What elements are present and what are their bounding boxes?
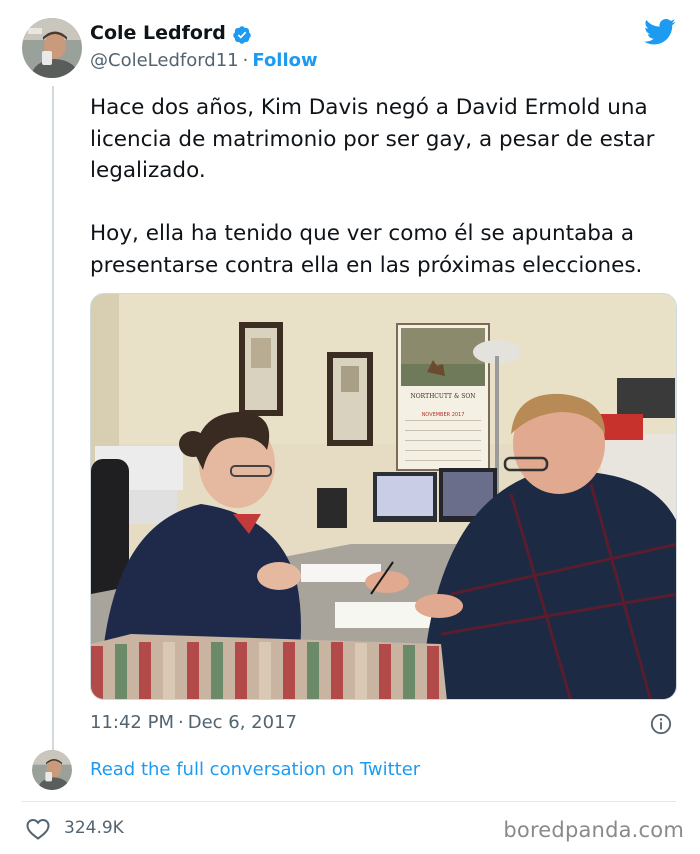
author-handle[interactable]: @ColeLedford11	[90, 50, 239, 71]
verified-badge-icon	[233, 26, 251, 44]
twitter-bird-icon[interactable]	[644, 18, 676, 46]
author-name[interactable]: Cole Ledford	[90, 22, 226, 44]
author-avatar[interactable]	[22, 18, 82, 78]
divider	[22, 801, 676, 802]
tweet-date: Dec 6, 2017	[187, 712, 297, 733]
tweet-photo[interactable]: NORTHCUTT & SON NOVEMBER 2017	[90, 293, 677, 700]
read-conversation-link[interactable]: Read the full conversation on Twitter	[90, 759, 420, 780]
tweet-text: Hace dos años, Kim Davis negó a David Er…	[90, 95, 655, 278]
separator-dot: ·	[177, 712, 184, 733]
thread-line	[52, 86, 54, 754]
heart-icon[interactable]	[26, 818, 50, 840]
source-watermark: boredpanda.com	[503, 818, 684, 842]
tweet-time: 11:42 PM	[90, 712, 174, 733]
author-avatar-small[interactable]	[32, 750, 72, 790]
calendar-brand: NORTHCUTT & SON	[410, 393, 475, 400]
calendar-month: NOVEMBER 2017	[422, 412, 465, 418]
like-count: 324.9K	[64, 818, 124, 838]
info-icon[interactable]	[650, 713, 672, 735]
handle-row: @ColeLedford11 · Follow	[90, 50, 318, 71]
separator-dot: ·	[242, 50, 249, 71]
tweet-timestamp[interactable]: 11:42 PM · Dec 6, 2017	[90, 712, 297, 733]
follow-button[interactable]: Follow	[252, 50, 317, 71]
